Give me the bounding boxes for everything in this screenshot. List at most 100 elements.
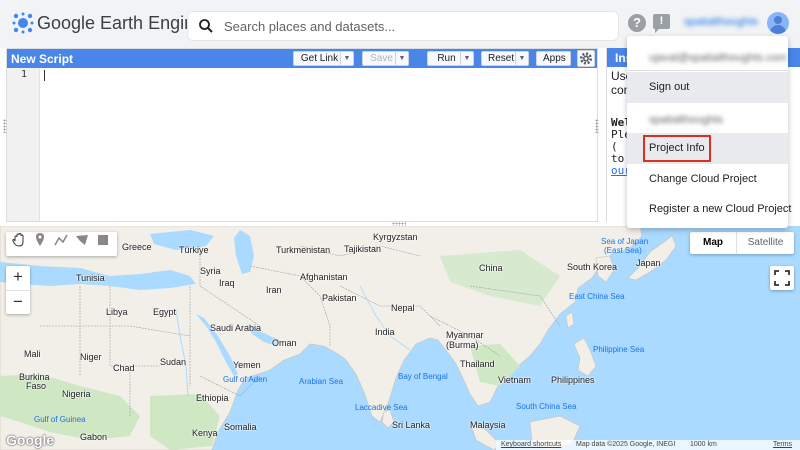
menu-user-label: spatialthoughts [627,108,788,132]
map-label-faso: Faso [26,381,47,391]
line-number: 1 [21,69,28,80]
map-label-china: China [479,263,503,273]
script-title[interactable]: New Script [11,52,73,66]
avatar[interactable] [767,12,789,34]
code-editor-panel: New Script Get Link ▼ Save ▼ Run ▼ Reset… [3,48,599,222]
map-view[interactable]: Greece Türkiye Turkmenistan Kyrgyzstan T… [0,226,800,450]
menu-item-label: Register a new Cloud Project [649,203,792,215]
map-label-syria: Syria [200,266,221,276]
question-mark-icon[interactable]: ? [628,14,646,32]
map-label-turkmenistan: Turkmenistan [276,245,331,255]
hand-pan-icon[interactable] [11,232,27,248]
map-label-greece: Greece [122,242,152,252]
gear-icon [579,52,593,65]
search-box[interactable] [188,12,618,40]
map-label-yemen: Yemen [233,360,261,370]
menu-user-text: spatialthoughts [649,114,723,126]
sea-label-east-china-sea: East China Sea [569,292,625,301]
sea-label-south-china-sea: South China Sea [516,402,577,411]
menu-email: ujaval@spatialthoughts.com [627,52,788,68]
draw-rectangle-icon[interactable] [95,232,111,248]
apps-button[interactable]: Apps [536,51,571,66]
map-label-afghanistan: Afghanistan [300,272,348,282]
point-marker-icon[interactable] [32,232,48,248]
sea-label-sea-of-japan: Sea of Japan [601,237,649,246]
fullscreen-button[interactable] [770,266,794,290]
map-label-mali: Mali [24,349,41,359]
run-button[interactable]: Run ▼ [427,51,474,66]
menu-item-change-cloud-project[interactable]: Change Cloud Project [627,164,788,194]
avatar-head [774,16,782,24]
map-label-egypt: Egypt [153,307,177,317]
feedback-icon[interactable]: ! [653,14,670,33]
user-name[interactable]: spatialthoughts [684,16,758,28]
map-scale-label[interactable]: 1000 km [690,440,717,450]
drawing-toolbar [6,232,117,256]
map-label-oman: Oman [272,338,297,348]
sea-label-arabian-sea: Arabian Sea [299,377,344,386]
map-label-sudan: Sudan [160,357,187,367]
map-label-nigeria: Nigeria [62,389,91,399]
draw-line-icon[interactable] [53,232,69,248]
zoom-in-button[interactable]: + [6,266,30,290]
map-label-vietnam: Vietnam [498,375,531,385]
earth-engine-logo-icon[interactable] [12,12,34,34]
save-button[interactable]: Save ▼ [362,51,409,66]
map-label-tajikistan: Tajikistan [344,244,382,254]
map-label-tunisia: Tunisia [76,273,105,283]
map-label-pakistan: Pakistan [322,293,357,303]
menu-item-sign-out[interactable]: Sign out [627,72,788,103]
editor-toolbar: New Script Get Link ▼ Save ▼ Run ▼ Reset… [7,49,597,68]
left-resize-handle[interactable] [3,119,7,133]
terms-link[interactable]: Terms [773,440,792,450]
map-label-iraq: Iraq [219,278,235,288]
avatar-body [770,25,786,34]
center-resize-handle[interactable] [595,119,599,133]
reset-button[interactable]: Reset ▼ [481,51,529,66]
get-link-button[interactable]: Get Link ▼ [293,51,354,66]
line-number-gutter: 1 [7,68,40,221]
map-label-somalia: Somalia [224,422,257,432]
sea-label-bay-of-bengal: Bay of Bengal [398,372,448,381]
sea-label-laccadive-sea: Laccadive Sea [355,403,408,412]
zoom-control: + − [6,266,30,314]
menu-item-label: Sign out [649,81,690,93]
map-type-satellite-button[interactable]: Satellite [736,232,794,254]
map-label-ethiopia: Ethiopia [196,393,229,403]
map-label-libya: Libya [106,307,128,317]
sea-label-gulf-of-guinea: Gulf of Guinea [34,415,86,424]
google-logo[interactable]: Google [6,432,54,448]
chevron-down-icon[interactable]: ▼ [395,52,408,65]
search-icon [199,19,213,33]
chevron-down-icon[interactable]: ▼ [340,52,353,65]
map-label-malaysia: Malaysia [470,420,506,430]
chevron-down-icon[interactable]: ▼ [515,52,528,65]
map-label-japan: Japan [636,258,661,268]
menu-divider [627,70,788,71]
map-label-myanmar: Myanmar [446,330,484,340]
map-label-saudi-arabia: Saudi Arabia [210,323,262,333]
map-label-south-korea: South Korea [567,262,618,272]
user-account-menu: ujaval@spatialthoughts.com Sign out spat… [627,36,792,228]
map-label-niger: Niger [80,352,102,362]
keyboard-shortcuts-link[interactable]: Keyboard shortcuts [501,440,561,450]
map-label-nepal: Nepal [391,303,415,313]
map-label-turkiye: Türkiye [179,245,209,255]
search-input[interactable] [224,16,604,36]
map-label-burma: (Burma) [446,340,479,350]
draw-polygon-icon[interactable] [74,232,90,248]
menu-item-register-cloud-project[interactable]: Register a new Cloud Project [627,194,792,224]
map-label-kenya: Kenya [192,428,218,438]
map-label-sri-lanka: Sri Lanka [392,420,431,430]
zoom-out-button[interactable]: − [6,290,30,314]
map-type-map-button[interactable]: Map [690,232,736,254]
settings-button[interactable] [577,50,595,67]
sea-label-east-sea: (East Sea) [604,246,642,255]
map-label-gabon: Gabon [80,432,108,442]
map-label-chad: Chad [113,363,135,373]
sea-label-philippine-sea: Philippine Sea [593,345,645,354]
chevron-down-icon[interactable]: ▼ [460,52,473,65]
map-label-kyrgyzstan: Kyrgyzstan [373,232,418,242]
map-canvas[interactable] [0,226,800,450]
app-title: Google Earth Engine [37,13,205,33]
